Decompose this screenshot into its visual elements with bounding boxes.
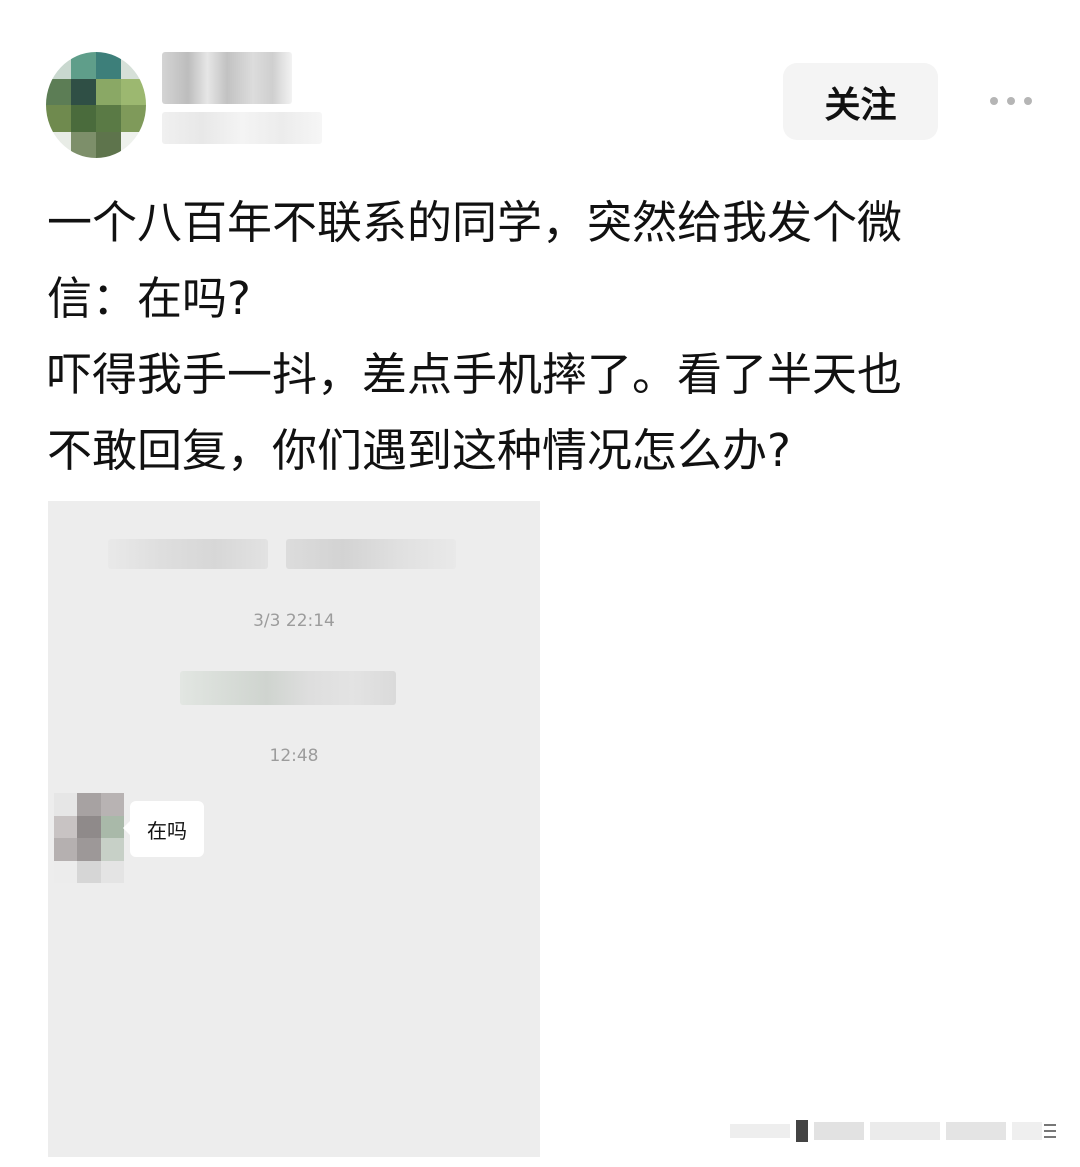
chat-timestamp: 3/3 22:14	[253, 611, 335, 631]
system-message-blurred	[180, 671, 396, 705]
post-line: 不敢回复，你们遇到这种情况怎么办?	[47, 424, 791, 477]
follow-button[interactable]: 关注	[783, 63, 938, 140]
post-line: 信：在吗?	[47, 272, 251, 325]
author-avatar[interactable]	[46, 52, 146, 158]
author-meta-blurred	[162, 112, 322, 144]
post-line: 吓得我手一抖，差点手机摔了。看了半天也	[47, 348, 903, 401]
author-name-blurred[interactable]	[162, 52, 292, 104]
more-dots-icon[interactable]	[990, 86, 1032, 116]
sender-avatar	[54, 793, 124, 883]
chat-screenshot-image[interactable]: 3/3 22:14 12:48 在吗	[48, 501, 540, 1157]
chat-timestamp: 12:48	[269, 746, 319, 766]
post-line: 一个八百年不联系的同学，突然给我发个微	[47, 196, 903, 249]
post-header: 关注	[0, 0, 1080, 170]
chat-title-blurred	[108, 539, 268, 569]
chat-title-blurred	[286, 539, 456, 569]
post-body: 一个八百年不联系的同学，突然给我发个微 信：在吗? 吓得我手一抖，差点手机摔了。…	[47, 185, 1037, 489]
message-bubble: 在吗	[123, 801, 204, 857]
watermark-graphic	[730, 1120, 1056, 1142]
